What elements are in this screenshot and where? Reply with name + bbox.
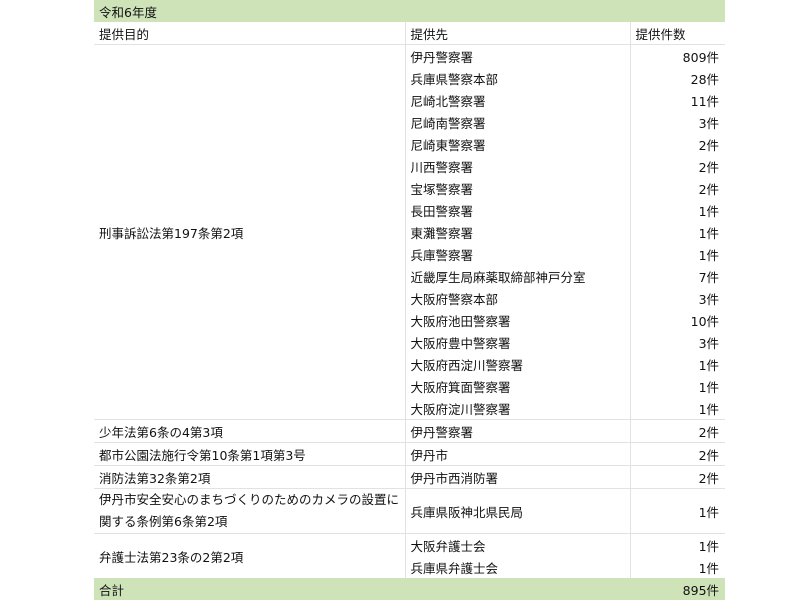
recipient-cell: 兵庫県警察本部 <box>404 67 630 89</box>
recipient-cell: 近畿厚生局麻薬取締部神戸分室 <box>404 265 630 287</box>
count-cell: 1件 <box>629 199 726 221</box>
recipient-cell: 大阪府淀川警察署 <box>404 397 630 420</box>
count-cell: 2件 <box>629 419 726 443</box>
recipient-cell: 大阪弁護士会 <box>404 533 630 556</box>
recipient-cell: 兵庫県弁護士会 <box>404 556 630 578</box>
table-row: 都市公園法施行令第10条第1項第3号 伊丹市 2件 <box>94 442 726 466</box>
count-cell: 7件 <box>629 265 726 287</box>
count-cell: 3件 <box>629 287 726 309</box>
count-cell: 3件 <box>629 331 726 353</box>
table-row: 少年法第6条の4第3項 伊丹警察署 2件 <box>94 419 726 443</box>
count-cell: 2件 <box>629 133 726 155</box>
count-cell: 3件 <box>629 111 726 133</box>
table-row: 刑事訴訟法第197条第2項 伊丹警察署 809件 <box>94 44 726 241</box>
recipient-cell: 東灘警察署 <box>404 221 630 243</box>
count-cell: 2件 <box>629 177 726 199</box>
count-cell: 2件 <box>629 442 726 466</box>
total-count: 895件 <box>630 578 726 600</box>
count-cell: 1件 <box>629 556 726 578</box>
recipient-cell: 尼崎東警察署 <box>404 133 630 155</box>
recipient-cell: 兵庫警察署 <box>404 243 630 265</box>
table-row: 消防法第32条第2項 伊丹市西消防署 2件 <box>94 465 726 489</box>
provision-table: 令和6年度 提供目的 提供先 提供件数 刑事訴訟法第197条第2項 伊丹警察署 80… <box>94 0 726 600</box>
recipient-cell: 大阪府豊中警察署 <box>404 331 630 353</box>
count-cell: 1件 <box>629 375 726 397</box>
table-row: 弁護士法第23条の2第2項 大阪弁護士会 1件 <box>94 533 726 578</box>
count-cell: 10件 <box>629 309 726 331</box>
purpose-cell: 伊丹市安全安心のまちづくりのためのカメラの設置に関する条例第6条第2項 <box>94 488 405 534</box>
count-cell: 809件 <box>629 44 726 67</box>
count-cell: 1件 <box>629 533 726 556</box>
recipient-cell: 川西警察署 <box>404 155 630 177</box>
count-cell: 28件 <box>629 67 726 89</box>
total-label: 合計 <box>94 578 630 600</box>
header-row: 提供目的 提供先 提供件数 <box>94 22 726 45</box>
count-cell: 2件 <box>629 155 726 177</box>
purpose-cell: 弁護士法第23条の2第2項 <box>94 533 405 578</box>
recipient-cell: 伊丹市西消防署 <box>404 465 630 489</box>
recipient-cell: 大阪府箕面警察署 <box>404 375 630 397</box>
count-cell: 1件 <box>629 353 726 375</box>
table-title: 令和6年度 <box>94 0 726 22</box>
count-cell: 1件 <box>629 221 726 243</box>
count-cell: 1件 <box>629 397 726 420</box>
header-purpose: 提供目的 <box>94 22 405 45</box>
purpose-cell: 少年法第6条の4第3項 <box>94 419 405 443</box>
count-cell: 2件 <box>629 465 726 489</box>
header-count: 提供件数 <box>629 22 726 45</box>
header-recipient: 提供先 <box>404 22 630 45</box>
count-cell: 11件 <box>629 89 726 111</box>
recipient-cell: 伊丹市 <box>404 442 630 466</box>
recipient-cell: 大阪府西淀川警察署 <box>404 353 630 375</box>
recipient-cell: 兵庫県阪神北県民局 <box>404 488 630 534</box>
title-row: 令和6年度 <box>94 0 726 22</box>
recipient-cell: 伊丹警察署 <box>404 419 630 443</box>
purpose-cell: 都市公園法施行令第10条第1項第3号 <box>94 442 405 466</box>
recipient-cell: 大阪府池田警察署 <box>404 309 630 331</box>
recipient-cell: 尼崎南警察署 <box>404 111 630 133</box>
purpose-cell: 消防法第32条第2項 <box>94 465 405 489</box>
count-cell: 1件 <box>629 243 726 265</box>
recipient-cell: 大阪府警察本部 <box>404 287 630 309</box>
count-cell: 1件 <box>629 488 726 534</box>
recipient-cell: 伊丹警察署 <box>404 44 630 67</box>
recipient-cell: 尼崎北警察署 <box>404 89 630 111</box>
recipient-cell: 長田警察署 <box>404 199 630 221</box>
purpose-cell: 刑事訴訟法第197条第2項 <box>99 225 244 241</box>
table-row: 伊丹市安全安心のまちづくりのためのカメラの設置に関する条例第6条第2項 兵庫県阪神… <box>94 488 726 534</box>
recipient-cell: 宝塚警察署 <box>404 177 630 199</box>
total-row: 合計 895件 <box>94 578 726 600</box>
